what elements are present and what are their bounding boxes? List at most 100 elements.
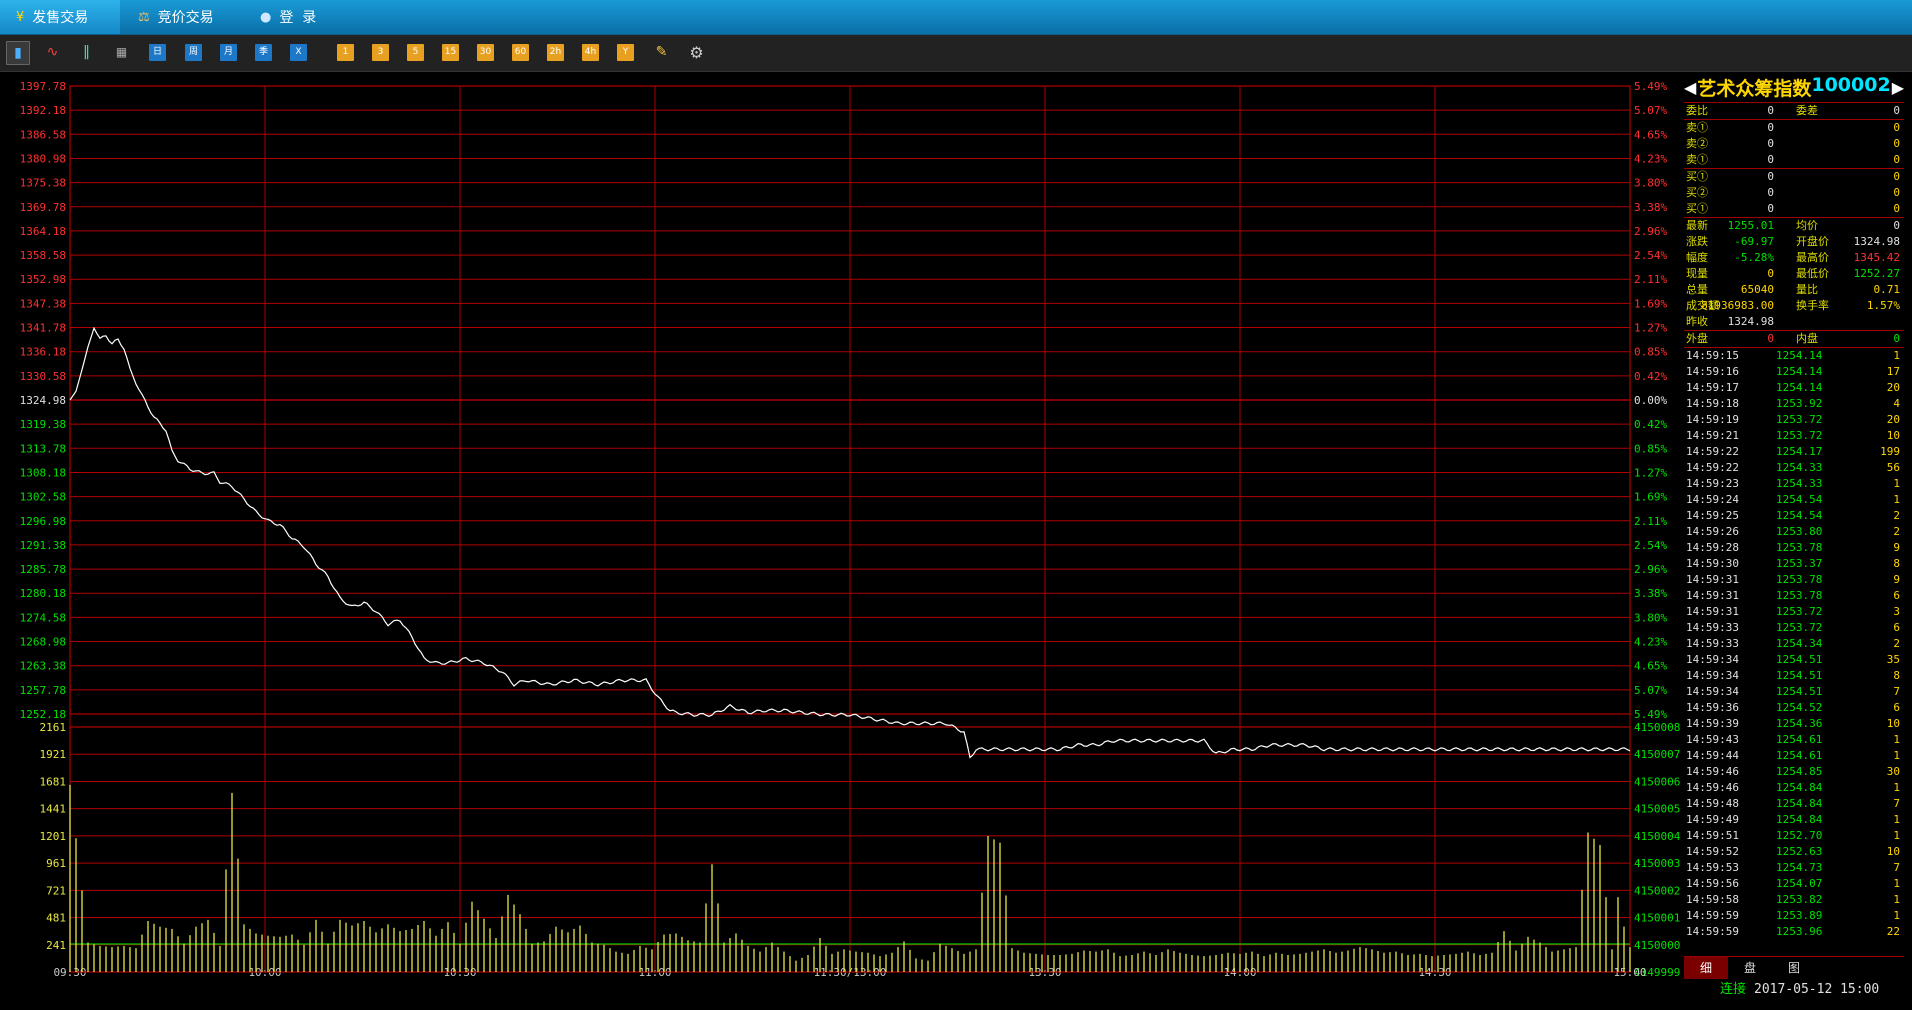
tick-volume: 1 [1893,893,1900,906]
tick-time: 14:59:24 [1686,493,1739,506]
period-month-button[interactable]: 月 [220,44,237,61]
instrument-title: ◀ 艺术众筹指数 100002 ▶ [1684,72,1904,102]
volume-tick-label: 1441 [40,803,67,816]
calendar-icon[interactable]: ▦ [113,44,130,61]
tick-time: 14:59:59 [1686,925,1739,938]
outer-inner-row: 外盘 0 内盘 0 [1684,330,1904,347]
quote-value: 1252.27 [1853,267,1900,280]
prev-instrument-icon[interactable]: ◀ [1684,78,1696,97]
price-tick-label: 1263.38 [20,660,66,673]
tick-volume: 56 [1886,461,1900,474]
tab-graph[interactable]: 图 [1772,957,1816,979]
period-week-button[interactable]: 周 [185,44,202,61]
intraday-chart: 1397.78 5.49% 1392.18 5.07% 1386.58 4.65% 1380… [20,80,1681,979]
tick-volume: 17 [1886,365,1900,378]
tab-label: 发售交易 [32,10,89,26]
tick-time: 14:59:25 [1686,509,1739,522]
minute-60-button[interactable]: 60 [512,44,529,61]
candlestick-icon[interactable]: ‖ [78,44,95,61]
period-day-button[interactable]: 日 [149,44,166,61]
price-tick-label: 1324.98 [20,394,66,407]
tick-row: 14:59:49 1254.84 1 [1684,812,1904,828]
tick-time: 14:59:46 [1686,765,1739,778]
pct-tick-label: 2.11% [1634,515,1667,528]
sell-level-row: 卖② 0 0 [1684,136,1904,152]
quote-panel: ◀ 艺术众筹指数 100002 ▶ 委比 0 委差 0 卖① 0 0 卖② 0 0 卖① 0 0… [1684,72,1904,980]
pct-tick-label: 4.65% [1634,128,1667,141]
tick-list[interactable]: 14:59:15 1254.14 1 14:59:16 1254.14 17 14:59:1… [1684,347,1904,940]
tick-price: 1254.07 [1776,877,1823,890]
instrument-code: 100002 [1811,73,1891,96]
price-tick-label: 1274.58 [20,611,66,624]
tab-book[interactable]: 盘 [1728,957,1772,979]
gear-icon[interactable]: ⚙ [688,44,705,61]
quote-value: 1255.01 [1727,219,1774,232]
tick-volume: 2 [1893,509,1900,522]
hour-4-button[interactable]: 4h [582,44,599,61]
tick-row: 14:59:26 1253.80 2 [1684,524,1904,540]
draw-icon[interactable]: ✎ [653,44,670,61]
quote-row: 总量 65040 量比 0.71 [1684,282,1904,298]
price-tick-label: 1392.18 [20,104,66,117]
line-chart-icon[interactable]: ∿ [44,44,61,61]
tick-row: 14:59:51 1252.70 1 [1684,828,1904,844]
tick-price: 1253.72 [1776,429,1823,442]
pct-tick-label: 5.49% [1634,80,1667,93]
pct-tick-label: 3.80% [1634,611,1667,624]
tick-price: 1254.14 [1776,365,1823,378]
price-tick-label: 1257.78 [20,684,66,697]
tick-row: 14:59:25 1254.54 2 [1684,508,1904,524]
tab-auction[interactable]: ⚖ 竞价交易 [122,0,242,34]
tick-time: 14:59:44 [1686,749,1739,762]
tab-login[interactable]: ● 登 录 [244,0,354,34]
pct-tick-label: 2.96% [1634,563,1667,576]
tab-label: 竞价交易 [157,10,214,26]
tick-volume: 9 [1893,541,1900,554]
tick-row: 14:59:43 1254.61 1 [1684,732,1904,748]
status-bar: 连接 2017-05-12 15:00 [1720,980,1912,1000]
next-instrument-icon[interactable]: ▶ [1892,78,1904,97]
price-tick-label: 1291.38 [20,539,66,552]
tick-volume: 10 [1886,717,1900,730]
level-price: 0 [1767,137,1774,150]
bar-chart-icon[interactable]: ▮ [6,41,30,65]
quote-label: 开盘价 [1796,235,1829,248]
pct-tick-label: 0.00% [1634,394,1667,407]
tick-volume: 199 [1880,445,1900,458]
tick-row: 14:59:19 1253.72 20 [1684,412,1904,428]
minute-15-button[interactable]: 15 [442,44,459,61]
price-tick-label: 1352.98 [20,273,66,286]
tick-time: 14:59:23 [1686,477,1739,490]
tick-row: 14:59:31 1253.78 9 [1684,572,1904,588]
hour-2-button[interactable]: 2h [547,44,564,61]
tab-detail[interactable]: 细 [1684,957,1728,979]
minute-3-button[interactable]: 3 [372,44,389,61]
price-tick-label: 1308.18 [20,466,66,479]
minute-30-button[interactable]: 30 [477,44,494,61]
period-quarter-button[interactable]: 季 [255,44,272,61]
tick-row: 14:59:34 1254.51 8 [1684,668,1904,684]
pct-tick-label: 2.96% [1634,225,1667,238]
quote-row: 涨跌 -69.97 开盘价 1324.98 [1684,234,1904,250]
tick-time: 14:59:31 [1686,605,1739,618]
tick-row: 14:59:33 1254.34 2 [1684,636,1904,652]
minute-5-button[interactable]: 5 [407,44,424,61]
tick-row: 14:59:22 1254.33 56 [1684,460,1904,476]
tick-time: 14:59:15 [1686,349,1739,362]
pct-tick-label: 0.42% [1634,418,1667,431]
sell-level-row: 卖① 0 0 [1684,120,1904,136]
minute-1-button[interactable]: 1 [337,44,354,61]
year-button[interactable]: Y [617,44,634,61]
pct-tick-label: 1.69% [1634,297,1667,310]
tick-row: 14:59:16 1254.14 17 [1684,364,1904,380]
pct-tick-label: 0.85% [1634,442,1667,455]
tick-row: 14:59:17 1254.14 20 [1684,380,1904,396]
period-x-button[interactable]: X [290,44,307,61]
buy-book: 买① 0 0 买② 0 0 买① 0 0 [1684,168,1904,217]
pct-tick-label: 5.49% [1634,708,1667,721]
volume-tick-label: 1681 [40,775,67,788]
tab-primary-sale[interactable]: ¥ 发售交易 [0,0,120,34]
tick-volume: 1 [1893,813,1900,826]
tick-row: 14:59:34 1254.51 7 [1684,684,1904,700]
price-tick-label: 1358.58 [20,249,66,262]
